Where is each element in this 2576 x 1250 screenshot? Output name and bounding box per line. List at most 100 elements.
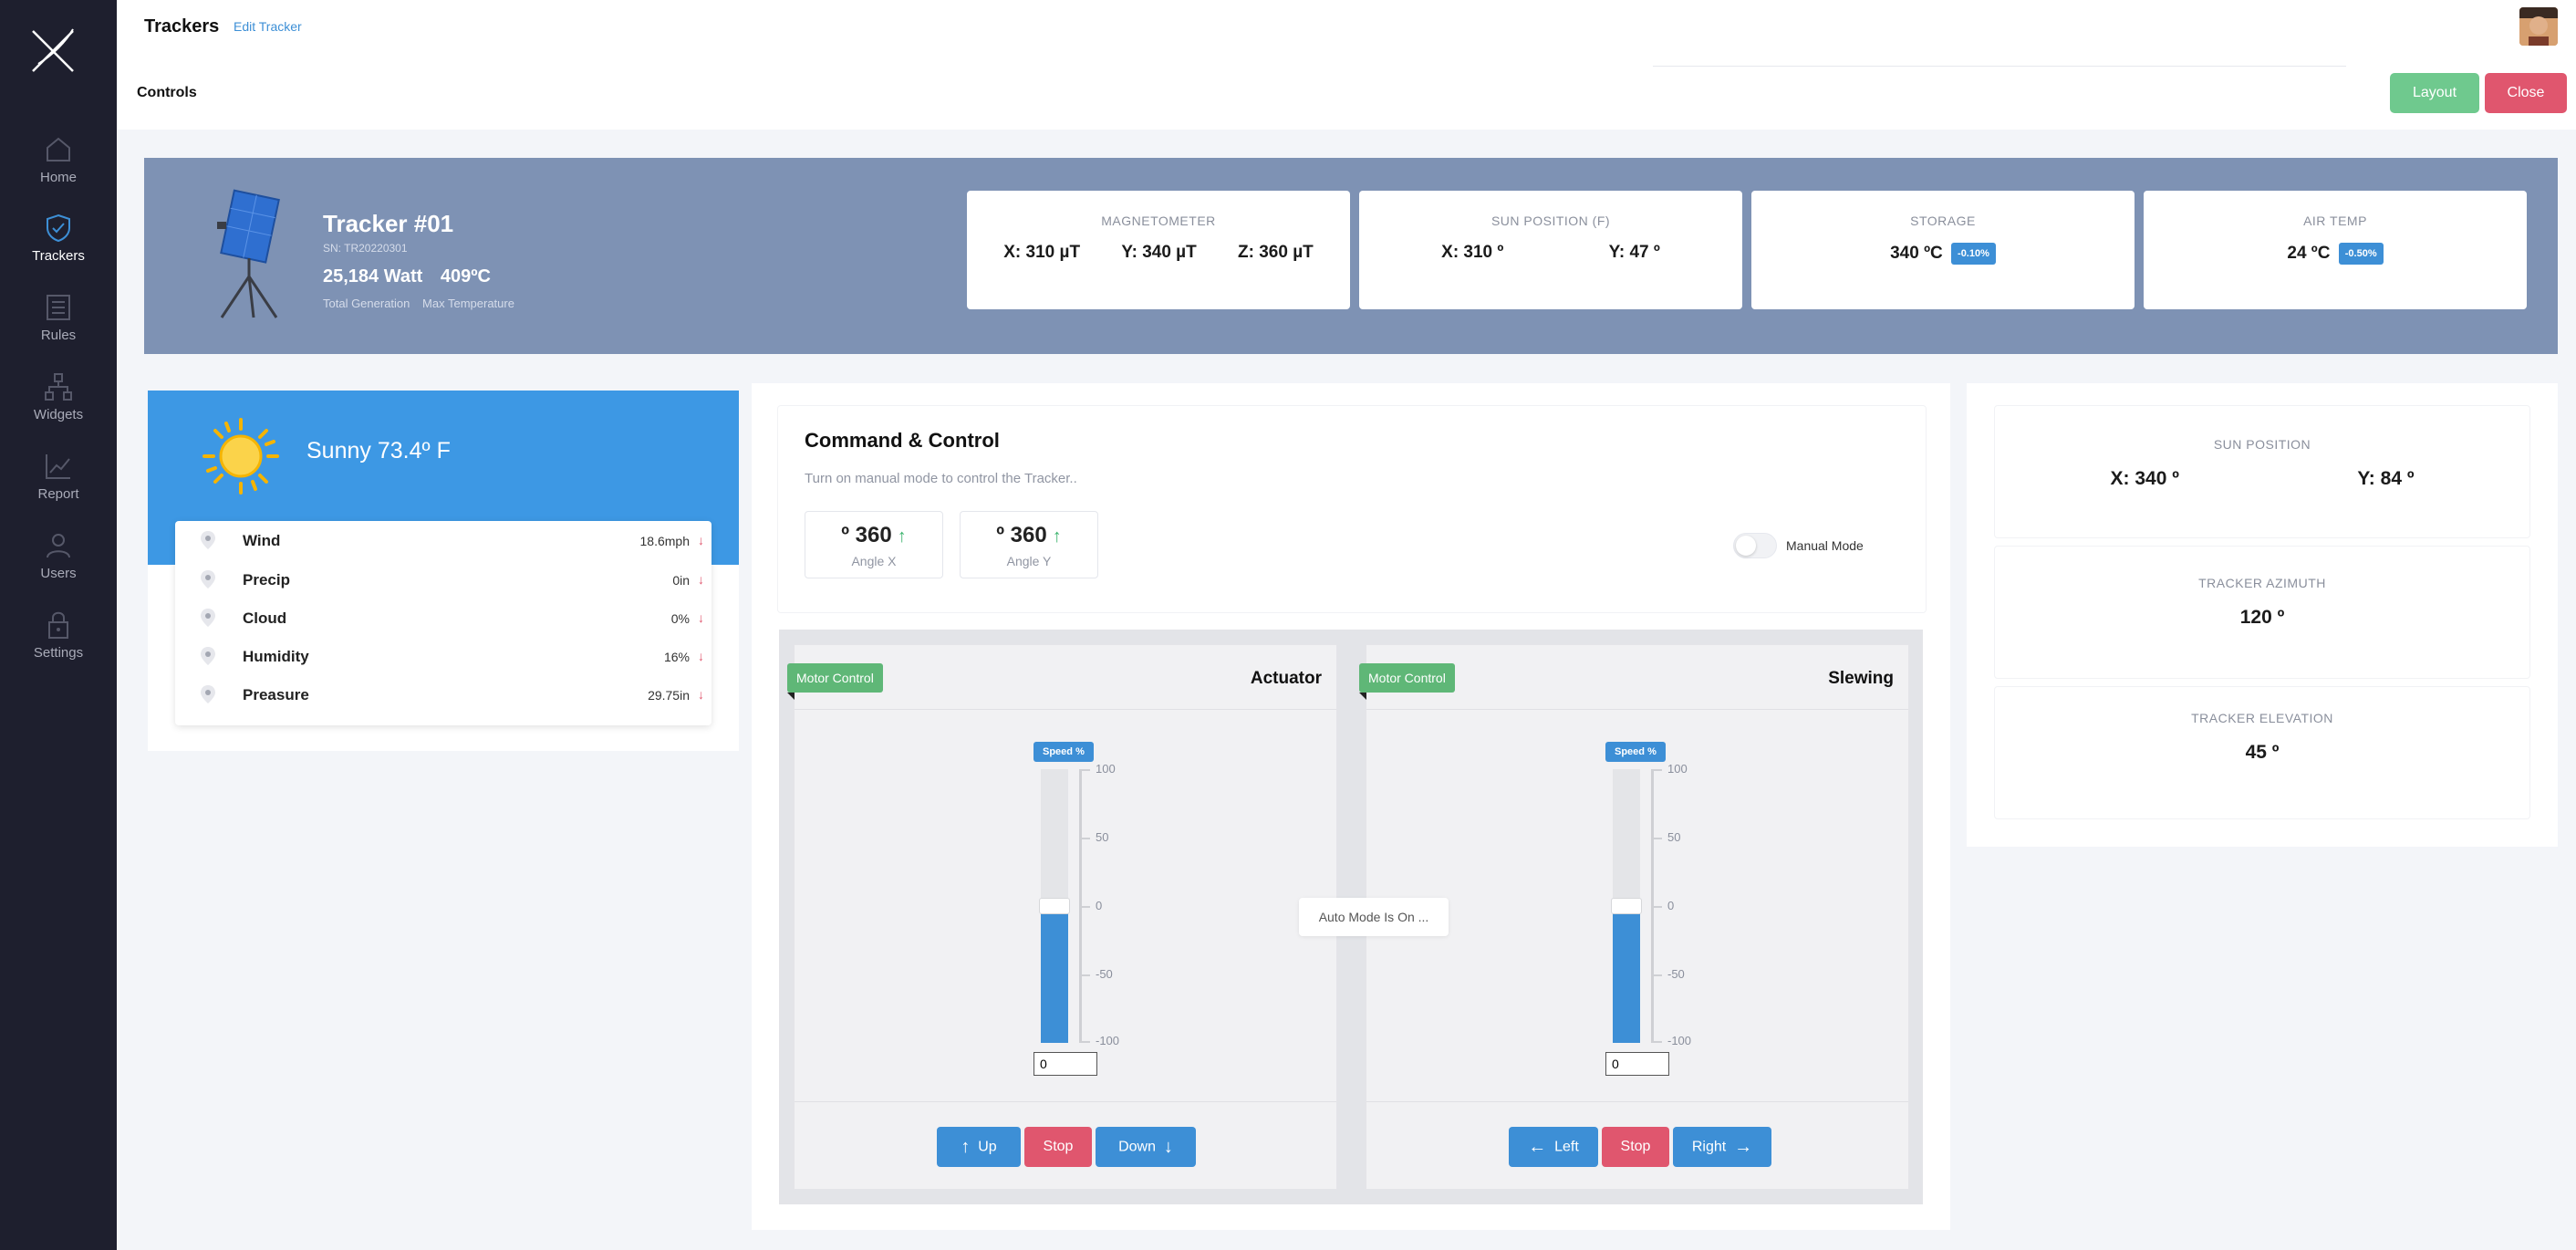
close-button[interactable]: Close <box>2485 73 2567 113</box>
sun-position-values: X: 340 º Y: 84 º <box>1995 468 2529 490</box>
location-pin-icon <box>201 685 215 703</box>
down-button[interactable]: Down ↓ <box>1096 1127 1196 1167</box>
angle-y-box: º 360 ↑ Angle Y <box>960 511 1098 578</box>
storage-change-badge: -0.10% <box>1951 243 1996 265</box>
weather-row-label: Wind <box>243 532 281 549</box>
magnetometer-z: Z: 360 µT <box>1238 243 1314 262</box>
avatar-image <box>2519 7 2558 46</box>
scale-tick <box>1079 769 1090 771</box>
slewing-speed-input[interactable] <box>1605 1052 1669 1076</box>
scale-tick <box>1079 838 1090 839</box>
section-title: Controls <box>137 85 197 100</box>
left-button[interactable]: ← Left <box>1509 1127 1598 1167</box>
air-temp-change-badge: -0.50% <box>2338 243 2384 265</box>
scale-tick <box>1079 1041 1090 1043</box>
tracker-elevation-title: TRACKER ELEVATION <box>2191 711 2333 725</box>
scale-label: 100 <box>1667 762 1688 776</box>
air-temp-value: 24 ºC <box>2287 244 2331 264</box>
chart-icon <box>46 454 70 479</box>
scale-tick <box>1651 838 1662 839</box>
sidebar-item-label: Settings <box>33 645 84 661</box>
shield-icon <box>47 214 70 243</box>
app-logo-icon[interactable] <box>26 24 80 78</box>
divider <box>1366 709 1908 710</box>
location-pin-icon <box>201 570 215 589</box>
actuator-title: Actuator <box>1250 669 1322 688</box>
tracker-banner: Tracker #01 SN: TR20220301 25,184 Watt 4… <box>144 158 2558 354</box>
avatar[interactable] <box>2519 7 2558 46</box>
layout-button[interactable]: Layout <box>2390 73 2479 113</box>
sidebar-item-label: Report <box>37 486 79 502</box>
list-icon <box>47 295 70 320</box>
sidebar-item-trackers[interactable]: Trackers <box>0 212 117 285</box>
sun-position-x: X: 310 º <box>1441 243 1504 262</box>
max-temperature-value: 409ºC <box>440 266 491 286</box>
storage-title: STORAGE <box>1910 214 1976 228</box>
magnetometer-title: MAGNETOMETER <box>1101 214 1216 228</box>
sidebar-item-settings[interactable]: Settings <box>0 609 117 682</box>
weather-row-wind: Wind 18.6mph ↓ <box>175 521 712 559</box>
angle-x-number: º 360 <box>841 523 892 547</box>
scale-label: -50 <box>1096 967 1113 981</box>
slewing-stop-button[interactable]: Stop <box>1602 1127 1669 1167</box>
sun-position-title: SUN POSITION (F) <box>1491 214 1611 228</box>
scale-label: 100 <box>1096 762 1116 776</box>
weather-row-label: Humidity <box>243 648 309 665</box>
hierarchy-icon <box>45 373 72 401</box>
weather-details-list: Wind 18.6mph ↓ Precip 0in ↓ Cloud 0% ↓ H… <box>175 521 712 725</box>
sidebar-item-users[interactable]: Users <box>0 529 117 602</box>
sub-bar <box>117 51 2576 130</box>
actuator-speed-input[interactable] <box>1034 1052 1097 1076</box>
arrow-up-icon: ↑ <box>961 1136 971 1157</box>
sidebar-item-home[interactable]: Home <box>0 133 117 206</box>
slider-fill <box>1041 906 1068 1043</box>
magnetometer-x: X: 310 µT <box>1003 243 1081 262</box>
scale-label: -50 <box>1667 967 1685 981</box>
air-temp-title: AIR TEMP <box>2303 214 2367 228</box>
actuator-stop-button[interactable]: Stop <box>1024 1127 1092 1167</box>
weather-row-cloud: Cloud 0% ↓ <box>175 599 712 637</box>
tag-corner <box>787 693 795 700</box>
top-bar <box>117 0 2576 51</box>
solar-tracker-image <box>217 189 280 318</box>
right-button[interactable]: Right → <box>1673 1127 1771 1167</box>
slewing-speed-slider[interactable] <box>1611 769 1642 1043</box>
weather-row-value: 16% <box>663 650 690 664</box>
weather-summary: Sunny 73.4º F <box>306 438 451 464</box>
weather-row-value: 18.6mph <box>639 534 690 548</box>
location-pin-icon <box>201 531 215 549</box>
weather-row-value: 0in <box>672 573 690 588</box>
edit-tracker-link[interactable]: Edit Tracker <box>234 19 302 34</box>
sidebar-item-rules[interactable]: Rules <box>0 291 117 364</box>
total-generation-label: Total Generation <box>323 297 410 310</box>
arrow-up-icon: ↑ <box>1052 526 1062 547</box>
sidebar: Home Trackers Rules Widgets Report Users… <box>0 0 117 1250</box>
divider <box>1366 1101 1908 1102</box>
sidebar-item-label: Home <box>39 170 77 185</box>
slewing-title: Slewing <box>1828 669 1894 688</box>
auto-mode-notice: Auto Mode Is On ... <box>1299 898 1449 936</box>
manual-mode-toggle[interactable] <box>1733 533 1777 558</box>
arrow-down-icon: ↓ <box>698 649 704 663</box>
air-temp-values: 24 ºC -0.50% <box>2144 243 2527 265</box>
sidebar-item-label: Users <box>40 566 77 581</box>
home-icon <box>47 137 70 161</box>
max-temperature-label: Max Temperature <box>422 297 514 310</box>
slider-handle[interactable] <box>1611 898 1642 914</box>
motor-control-tag: Motor Control <box>787 663 883 693</box>
scale-tick <box>1651 906 1662 908</box>
up-button[interactable]: ↑ Up <box>937 1127 1021 1167</box>
sun-position-title: SUN POSITION <box>2213 437 2311 452</box>
weather-row-humidity: Humidity 16% ↓ <box>175 637 712 675</box>
weather-row-value: 29.75in <box>648 688 690 703</box>
sidebar-item-widgets[interactable]: Widgets <box>0 370 117 443</box>
actuator-speed-slider[interactable] <box>1039 769 1070 1043</box>
sun-icon <box>203 418 279 495</box>
scale-label: -100 <box>1667 1034 1692 1047</box>
tracker-elevation-value: 45 º <box>2245 742 2280 763</box>
storage-values: 340 ºC -0.10% <box>1751 243 2135 265</box>
scale-label: 50 <box>1667 830 1681 844</box>
command-control-title: Command & Control <box>805 429 1000 452</box>
sidebar-item-report[interactable]: Report <box>0 450 117 523</box>
slider-handle[interactable] <box>1039 898 1070 914</box>
